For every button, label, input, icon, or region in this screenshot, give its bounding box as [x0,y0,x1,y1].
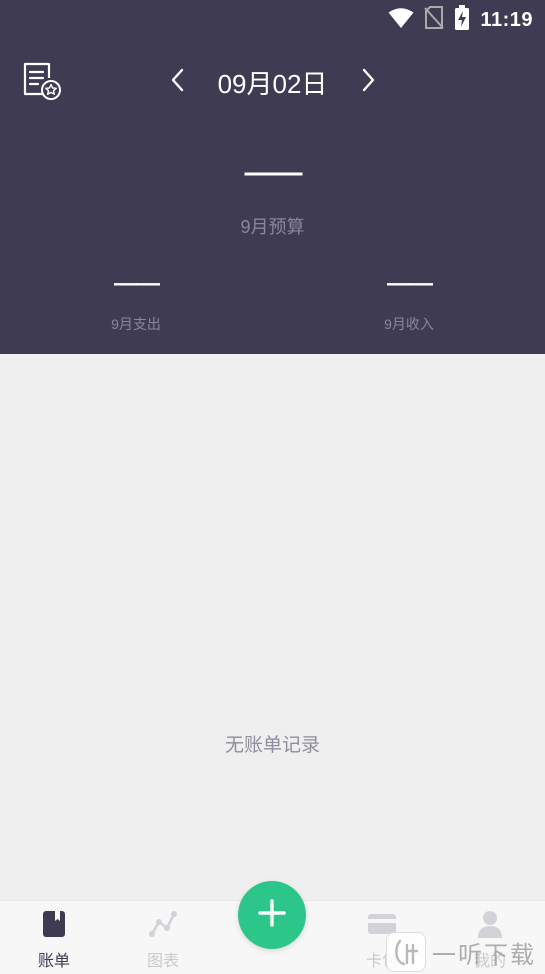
plus-icon [257,898,287,933]
status-bar: 11:19 [0,0,545,40]
expense-label: 9月支出 [111,316,161,332]
watermark: 一听下载 [386,930,545,974]
watermark-text: 一听下载 [432,941,536,969]
battery-charging-icon [454,4,470,36]
tab-charts[interactable]: 图表 [118,909,208,971]
no-sim-icon [424,5,445,35]
budget-label: 9月预算 [240,217,305,237]
tab-bills[interactable]: 账单 [9,909,99,971]
expense-value: —— [114,270,160,297]
book-icon [39,909,69,939]
date-navigator: 09月02日 [0,56,545,108]
header: 11:19 09月02日 —— 9月预算 —— 9月支出 —— 9月收入 [0,0,545,354]
current-date[interactable]: 09月02日 [213,64,333,101]
chevron-right-icon [362,68,376,97]
income-value: —— [387,270,433,297]
watermark-logo-icon [386,932,426,972]
add-record-button[interactable] [238,881,306,949]
wifi-icon [388,7,414,34]
prev-date-button[interactable] [157,62,197,102]
income-summary[interactable]: —— 9月收入 [309,270,509,334]
status-time: 11:19 [480,8,533,31]
tab-label: 图表 [146,953,179,970]
empty-state-text: 无账单记录 [224,735,320,756]
next-date-button[interactable] [349,62,389,102]
tab-label: 账单 [37,953,70,970]
budget-value: —— [244,156,303,189]
expense-summary[interactable]: —— 9月支出 [36,270,236,334]
line-chart-icon [148,909,178,939]
income-label: 9月收入 [384,316,434,332]
chevron-left-icon [170,68,184,97]
